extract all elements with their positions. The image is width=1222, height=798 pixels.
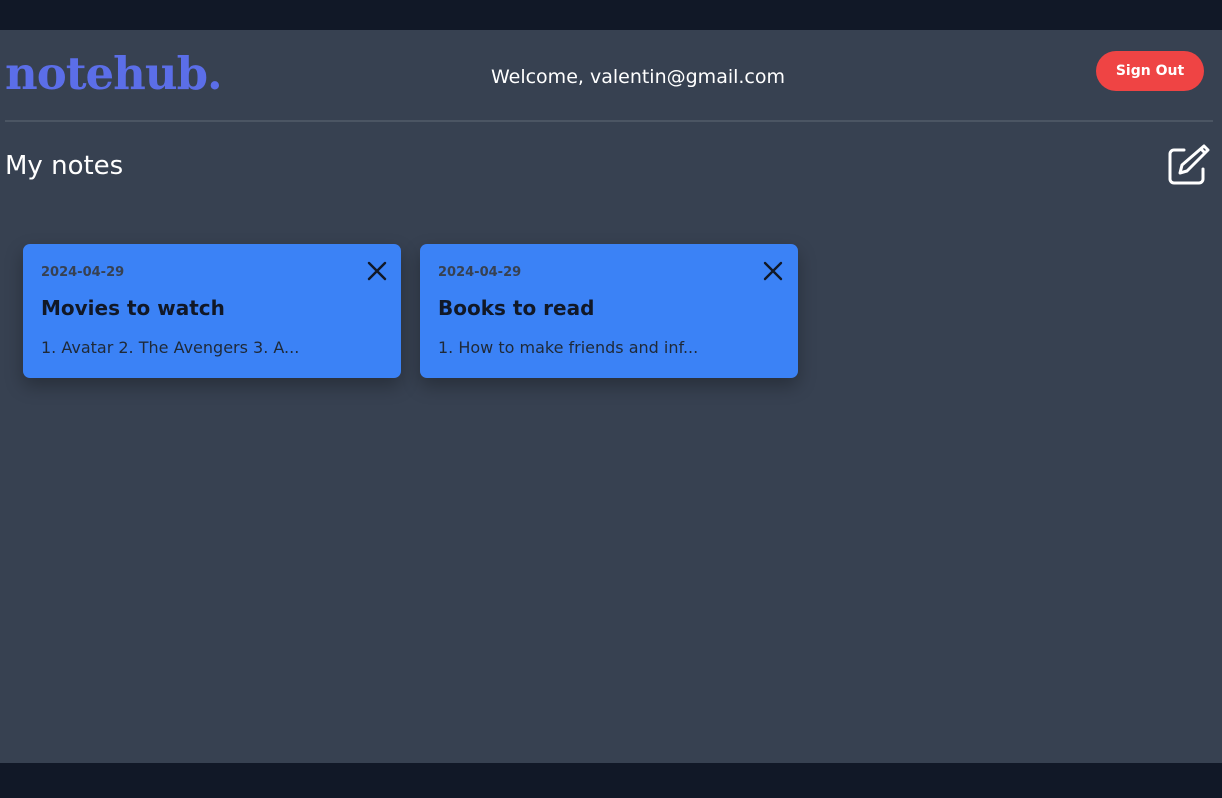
delete-note-button[interactable]: [762, 260, 784, 282]
edit-note-icon: [1168, 144, 1210, 185]
close-icon: [367, 261, 387, 281]
close-icon: [763, 261, 783, 281]
top-frame-bar: [0, 0, 1222, 30]
header-divider: [5, 120, 1213, 122]
welcome-message: Welcome, valentin@gmail.com: [490, 66, 786, 88]
note-date: 2024-04-29: [41, 265, 125, 280]
note-title: Books to read: [438, 296, 595, 320]
note-date: 2024-04-29: [438, 265, 522, 280]
note-preview: 1. Avatar 2. The Avengers 3. A...: [41, 338, 300, 357]
sign-out-button[interactable]: Sign Out: [1096, 51, 1204, 91]
bottom-frame-bar: [0, 763, 1222, 798]
note-title: Movies to watch: [41, 296, 225, 320]
note-card[interactable]: 2024-04-29 Books to read 1. How to make …: [420, 244, 798, 378]
delete-note-button[interactable]: [366, 260, 388, 282]
note-card[interactable]: 2024-04-29 Movies to watch 1. Avatar 2. …: [23, 244, 401, 378]
app-container: notehub. Welcome, valentin@gmail.com Sig…: [0, 30, 1222, 763]
new-note-button[interactable]: [1164, 143, 1210, 189]
page-title: My notes: [5, 151, 124, 181]
note-preview: 1. How to make friends and inf...: [438, 338, 699, 357]
